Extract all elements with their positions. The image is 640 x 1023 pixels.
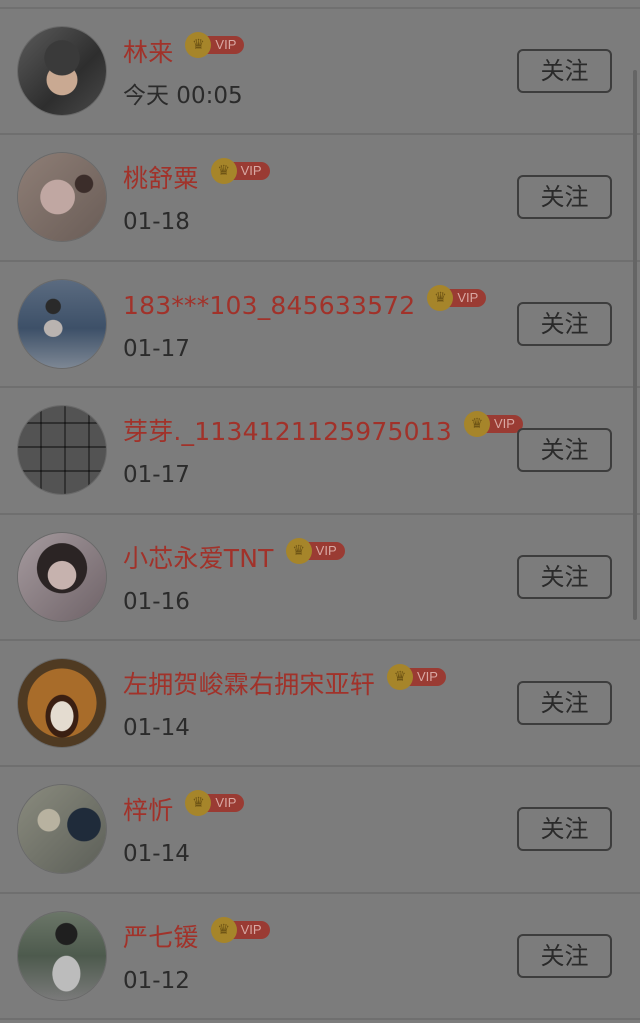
vip-badge: ♛ VIP (387, 663, 446, 690)
follow-time: 01-14 (123, 714, 190, 741)
crown-icon: ♛ (210, 158, 237, 185)
name-line: 林来 ♛ VIP (123, 32, 540, 71)
list-item[interactable]: 梓忻 ♛ VIP 01-14 关注 (0, 767, 640, 894)
list-item[interactable]: 严七锾 ♛ VIP 01-12 关注 (0, 894, 640, 1021)
follow-button[interactable]: 关注 (517, 428, 612, 473)
list-item[interactable]: 小芯永爱TNT ♛ VIP 01-16 关注 (0, 515, 640, 641)
name-line: 桃舒粟 ♛ VIP (123, 158, 540, 197)
name-line: 严七锾 ♛ VIP (123, 916, 540, 956)
crown-icon: ♛ (387, 663, 414, 690)
follow-button[interactable]: 关注 (517, 49, 612, 93)
user-name[interactable]: 桃舒粟 (123, 161, 199, 197)
user-list: 林来 ♛ VIP 今天 00:05 关注 桃舒粟 ♛ VIP 01-18 关注 (0, 9, 640, 1021)
follow-time: 01-17 (123, 335, 190, 362)
vip-badge: ♛ VIP (185, 790, 245, 817)
avatar[interactable] (18, 658, 106, 747)
user-name[interactable]: 左拥贺峻霖右拥宋亚轩 (123, 667, 375, 703)
user-name[interactable]: 严七锾 (123, 920, 199, 956)
vip-badge: ♛ VIP (210, 158, 270, 185)
follow-button[interactable]: 关注 (517, 175, 612, 220)
list-item[interactable]: 芽芽._1134121125975013 ♛ VIP 01-17 关注 (0, 388, 640, 515)
vip-badge: ♛ VIP (463, 411, 523, 438)
follow-button[interactable]: 关注 (517, 933, 612, 978)
avatar[interactable] (18, 27, 106, 115)
name-line: 芽芽._1134121125975013 ♛ VIP (123, 411, 540, 450)
list-item[interactable]: 桃舒粟 ♛ VIP 01-18 关注 (0, 135, 640, 262)
crown-icon: ♛ (185, 790, 212, 817)
vip-badge: ♛ VIP (285, 537, 345, 564)
avatar[interactable] (18, 911, 106, 1000)
follow-time: 今天 00:05 (123, 83, 243, 109)
avatar[interactable] (18, 532, 106, 621)
follow-time: 01-16 (123, 588, 190, 615)
follow-time: 01-17 (123, 462, 190, 489)
vip-badge: ♛ VIP (185, 32, 245, 58)
follow-button[interactable]: 关注 (517, 807, 612, 852)
crown-icon: ♛ (210, 916, 237, 943)
follow-button[interactable]: 关注 (517, 301, 612, 346)
list-item[interactable]: 左拥贺峻霖右拥宋亚轩 ♛ VIP 01-14 关注 (0, 641, 640, 768)
follow-time: 01-12 (123, 967, 190, 994)
user-name[interactable]: 芽芽._1134121125975013 (123, 414, 452, 450)
user-name[interactable]: 梓忻 (123, 793, 173, 829)
crown-icon: ♛ (285, 537, 312, 564)
name-line: 左拥贺峻霖右拥宋亚轩 ♛ VIP (123, 663, 540, 703)
follow-time: 01-18 (123, 209, 190, 236)
name-line: 梓忻 ♛ VIP (123, 790, 540, 829)
user-name[interactable]: 小芯永爱TNT (123, 541, 274, 577)
crown-icon: ♛ (427, 284, 454, 311)
name-line: 小芯永爱TNT ♛ VIP (123, 537, 540, 577)
avatar[interactable] (18, 279, 106, 368)
avatar[interactable] (18, 406, 106, 495)
avatar[interactable] (18, 153, 106, 242)
user-name[interactable]: 林来 (123, 35, 173, 71)
crown-icon: ♛ (185, 32, 212, 58)
name-line: 183***103_845633572 ♛ VIP (123, 284, 540, 324)
crown-icon: ♛ (463, 411, 490, 438)
avatar[interactable] (18, 785, 106, 874)
vip-badge: ♛ VIP (427, 284, 487, 311)
follow-time: 01-14 (123, 841, 190, 868)
follower-list-screen: 林来 ♛ VIP 今天 00:05 关注 桃舒粟 ♛ VIP 01-18 关注 (0, 0, 640, 1023)
vip-badge: ♛ VIP (210, 916, 270, 943)
list-item[interactable]: 183***103_845633572 ♛ VIP 01-17 关注 (0, 262, 640, 389)
follow-button[interactable]: 关注 (517, 554, 612, 599)
scrollbar[interactable] (633, 70, 637, 620)
user-name[interactable]: 183***103_845633572 (123, 288, 415, 324)
follow-button[interactable]: 关注 (517, 680, 612, 725)
list-item[interactable]: 林来 ♛ VIP 今天 00:05 关注 (0, 9, 640, 136)
